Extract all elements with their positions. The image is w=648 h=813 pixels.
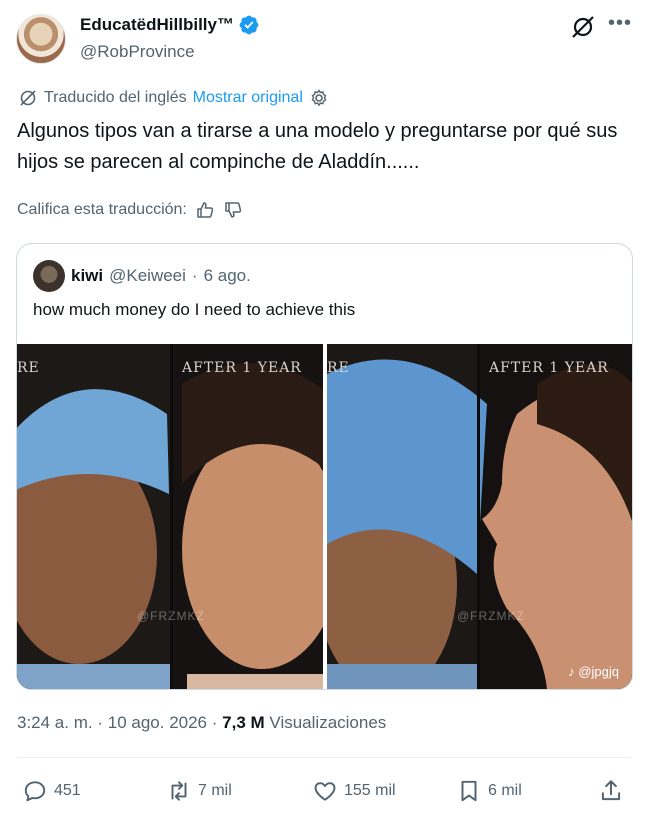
- translation-row: Traducido del inglés Mostrar original: [18, 88, 329, 108]
- author-name-row[interactable]: EducatëdHillbilly™: [80, 14, 260, 36]
- tweet-text: Algunos tipos van a tirarse a una modelo…: [17, 120, 618, 173]
- like-button[interactable]: 155 mil: [312, 778, 396, 804]
- settings-gear-icon[interactable]: [309, 88, 329, 108]
- photo-watermark: @FRZMKZ: [137, 609, 205, 623]
- rate-translation-label: Califica esta traducción:: [17, 201, 187, 218]
- quoted-tweet[interactable]: kiwi @Keiweei · 6 ago. how much money do…: [16, 243, 633, 690]
- tiktok-handle: @jpgjq: [578, 664, 619, 679]
- show-original-link[interactable]: Mostrar original: [193, 89, 303, 107]
- share-icon: [601, 780, 621, 801]
- divider: [17, 757, 631, 758]
- tweet-meta: 3:24 a. m. · 10 ago. 2026 · 7,3 M Visual…: [17, 713, 386, 733]
- quoted-author-handle[interactable]: @Keiweei: [109, 266, 186, 286]
- photo-label-after: AFTER 1 YEAR: [182, 360, 302, 376]
- bookmark-count: 6 mil: [488, 782, 522, 799]
- verified-badge-icon: [239, 15, 259, 35]
- meta-separator: ·: [97, 713, 104, 732]
- reply-icon: [24, 781, 46, 802]
- repost-button[interactable]: 7 mil: [166, 778, 232, 804]
- author-avatar[interactable]: [16, 14, 66, 64]
- repost-icon: [171, 781, 187, 801]
- translate-icon: [20, 90, 36, 106]
- heart-icon: [314, 782, 336, 801]
- views-label: Visualizaciones: [269, 713, 387, 732]
- reply-count: 451: [54, 782, 81, 799]
- quoted-tweet-header: kiwi @Keiweei · 6 ago.: [33, 260, 251, 292]
- photo-label-before: RE: [327, 360, 350, 376]
- action-bar: 451 7 mil 155 mil 6 mil: [0, 772, 648, 812]
- author-display-name[interactable]: EducatëdHillbilly™: [80, 15, 234, 35]
- photo-watermark: @FRZMKZ: [457, 609, 525, 623]
- before-after-profile-photo: [327, 344, 632, 689]
- rate-translation-row: Califica esta traducción:: [17, 200, 243, 220]
- thumbs-down-icon[interactable]: [223, 200, 243, 220]
- share-button[interactable]: [598, 778, 624, 804]
- reply-button[interactable]: 451: [22, 778, 81, 804]
- before-after-front-photo: [17, 344, 323, 689]
- photo-label-before: RE: [17, 360, 40, 376]
- tweet-date[interactable]: 10 ago. 2026: [108, 713, 207, 732]
- author-handle[interactable]: @RobProvince: [80, 42, 195, 62]
- translation-status: Traducido del inglés: [44, 89, 187, 106]
- quoted-image-profile[interactable]: RE AFTER 1 YEAR @FRZMKZ ♪ @jpgjq: [327, 344, 632, 689]
- quoted-date[interactable]: 6 ago.: [204, 266, 251, 286]
- grok-icon[interactable]: [570, 14, 596, 40]
- quoted-separator: ·: [191, 266, 198, 285]
- tweet-time[interactable]: 3:24 a. m.: [17, 713, 93, 732]
- quoted-author-avatar[interactable]: [33, 260, 65, 292]
- photo-label-after: AFTER 1 YEAR: [489, 360, 609, 376]
- quoted-image-front[interactable]: RE AFTER 1 YEAR @FRZMKZ: [17, 344, 323, 689]
- like-count: 155 mil: [344, 782, 396, 799]
- bookmark-button[interactable]: 6 mil: [456, 778, 522, 804]
- quoted-author-name[interactable]: kiwi: [71, 266, 103, 286]
- quoted-tweet-text: how much money do I need to achieve this: [33, 300, 356, 319]
- bookmark-icon: [461, 780, 477, 802]
- thumbs-up-icon[interactable]: [195, 200, 215, 220]
- repost-count: 7 mil: [198, 782, 232, 799]
- more-options-icon[interactable]: •••: [608, 12, 632, 35]
- meta-separator: ·: [211, 713, 218, 732]
- tiktok-watermark: ♪ @jpgjq: [568, 664, 619, 679]
- views-count: 7,3 M: [222, 713, 265, 732]
